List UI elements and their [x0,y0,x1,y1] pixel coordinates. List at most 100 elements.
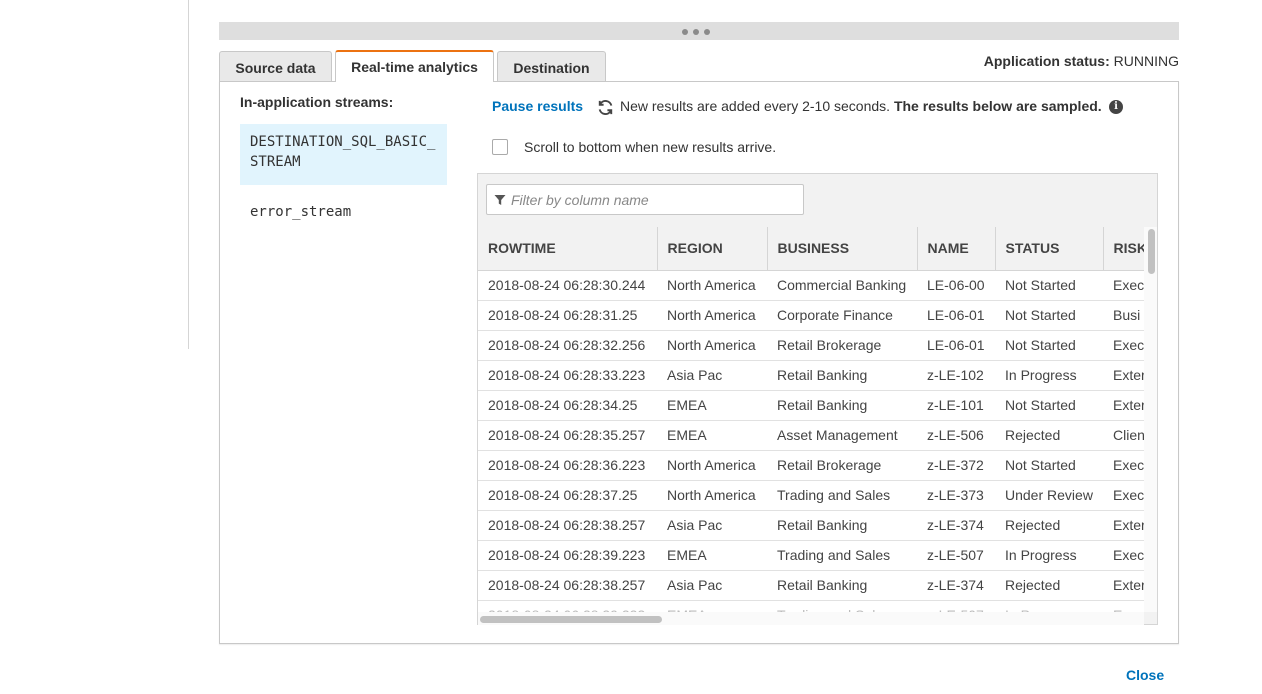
cell-region: North America [657,480,767,511]
left-divider [188,0,189,349]
tab-source-data[interactable]: Source data [219,51,332,83]
cell-name: LE-06-01 [917,300,995,331]
table-row: 2018-08-24 06:28:39.223EMEATrading and S… [478,600,1144,612]
cell-region: North America [657,300,767,331]
table-row: 2018-08-24 06:28:30.244 North America Comm… [478,270,1144,301]
cell-region: North America [657,270,767,301]
cell-region: Asia Pac [657,510,767,541]
cell-business: Corporate Finance [767,300,917,331]
stream-item-error-stream[interactable]: error_stream [240,194,447,230]
cell-name: z-LE-372 [917,450,995,481]
cell-rowtime: 2018-08-24 06:28:31.25 [478,300,657,331]
results-note-bold: The results below are sampled. [893,98,1102,114]
vertical-scrollbar[interactable] [1144,227,1157,612]
cell-name: LE-06-01 [917,330,995,361]
tab-real-time-analytics[interactable]: Real-time analytics [335,50,494,82]
cell-business: Retail Banking [767,510,917,541]
cell-rowtime: 2018-08-24 06:28:38.257 [478,510,657,541]
cell-risk: Exec [1103,600,1144,612]
cell-name: z-LE-373 [917,480,995,511]
cell-business: Commercial Banking [767,270,917,301]
table-row: 2018-08-24 06:28:37.25 North America Tradi… [478,480,1144,511]
cell-region: EMEA [657,540,767,571]
cell-risk: Exec [1103,450,1144,481]
column-header-business[interactable]: BUSINESS [767,227,918,271]
cell-region: EMEA [657,600,767,612]
cell-region: EMEA [657,390,767,421]
scroll-to-bottom-label: Scroll to bottom when new results arrive… [524,139,777,155]
app-window: Source data Real-time analytics Destinat… [0,0,1262,694]
info-icon[interactable]: i [1109,100,1123,114]
cell-status: Not Started [995,330,1103,361]
stream-item-destination-sql-basic-stream[interactable]: DESTINATION_SQL_BASIC_ STREAM [240,124,447,185]
horizontal-scrollbar-thumb[interactable] [480,616,662,623]
cell-rowtime: 2018-08-24 06:28:32.256 [478,330,657,361]
cell-name: z-LE-507 [917,600,995,612]
cell-name: z-LE-507 [917,540,995,571]
cell-status: In Progress [995,540,1103,571]
cell-name: z-LE-101 [917,390,995,421]
application-status-value: RUNNING [1113,53,1179,69]
application-status: Application status: RUNNING [984,53,1179,69]
cell-region: EMEA [657,420,767,451]
table-row: 2018-08-24 06:28:38.257 Asia Pac Retail Ba… [478,510,1144,541]
cell-risk: Exter [1103,570,1144,601]
vertical-scrollbar-thumb[interactable] [1148,229,1155,274]
tab-destination[interactable]: Destination [497,51,606,83]
close-button[interactable]: Close [1126,667,1164,683]
cell-risk: Exter [1103,390,1144,421]
cell-rowtime: 2018-08-24 06:28:39.223 [478,540,657,571]
cell-rowtime: 2018-08-24 06:28:35.257 [478,420,657,451]
cell-business: Trading and Sales [767,600,917,612]
cell-status: Not Started [995,450,1103,481]
cell-name: z-LE-506 [917,420,995,451]
cell-status: Not Started [995,300,1103,331]
column-header-name[interactable]: NAME [917,227,996,271]
cell-business: Asset Management [767,420,917,451]
results-note-text: New results are added every 2-10 seconds… [620,98,891,114]
results-table-viewport: ROWTIME REGION BUSINESS NAME STATUS RISK… [478,227,1144,612]
cell-name: LE-06-00 [917,270,995,301]
cell-risk: Exec [1103,540,1144,571]
cell-status: In Progress [995,600,1103,612]
cell-name: z-LE-374 [917,510,995,541]
filter-icon [494,195,506,205]
cell-rowtime: 2018-08-24 06:28:37.25 [478,480,657,511]
column-header-risk[interactable]: RISK [1103,227,1144,271]
column-header-region[interactable]: REGION [657,227,768,271]
table-row: 2018-08-24 06:28:32.256 North America Reta… [478,330,1144,361]
cell-risk: Exter [1103,360,1144,391]
filter-by-column-input[interactable] [511,189,796,211]
pause-results-link[interactable]: Pause results [492,98,583,114]
table-header-row: ROWTIME REGION BUSINESS NAME STATUS RISK [478,227,1144,271]
column-header-rowtime[interactable]: ROWTIME [478,227,658,271]
application-status-label: Application status: [983,53,1110,69]
table-row: 2018-08-24 06:28:38.257 Asia Pac Retail Ba… [478,570,1144,601]
cell-rowtime: 2018-08-24 06:28:30.244 [478,270,657,301]
cell-risk: Exec [1103,270,1144,301]
cell-business: Trading and Sales [767,480,917,511]
table-row: 2018-08-24 06:28:35.257 EMEA Asset Managem… [478,420,1144,451]
table-row: 2018-08-24 06:28:36.223 North America Reta… [478,450,1144,481]
cell-business: Retail Banking [767,390,917,421]
table-row: 2018-08-24 06:28:39.223EMEATrading and S… [478,540,1144,571]
cell-status: Rejected [995,570,1103,601]
cell-region: Asia Pac [657,570,767,601]
streams-title: In-application streams: [240,94,394,110]
drag-dots-icon[interactable] [682,29,710,35]
cell-name: z-LE-374 [917,570,995,601]
column-header-status[interactable]: STATUS [995,227,1104,271]
cell-business: Trading and Sales [767,540,917,571]
cell-risk: Exec [1103,330,1144,361]
cell-rowtime: 2018-08-24 06:28:34.25 [478,390,657,421]
cell-status: Rejected [995,510,1103,541]
table-row: 2018-08-24 06:28:34.25 EMEA Retail Banking… [478,390,1144,421]
cell-risk: Busi [1103,300,1144,331]
results-note: New results are added every 2-10 seconds… [620,98,1102,114]
cell-region: Asia Pac [657,360,767,391]
cell-status: Rejected [995,420,1103,451]
cell-region: North America [657,450,767,481]
cell-risk: Exec [1103,480,1144,511]
refresh-icon [598,100,613,115]
scroll-to-bottom-checkbox[interactable] [492,139,508,155]
